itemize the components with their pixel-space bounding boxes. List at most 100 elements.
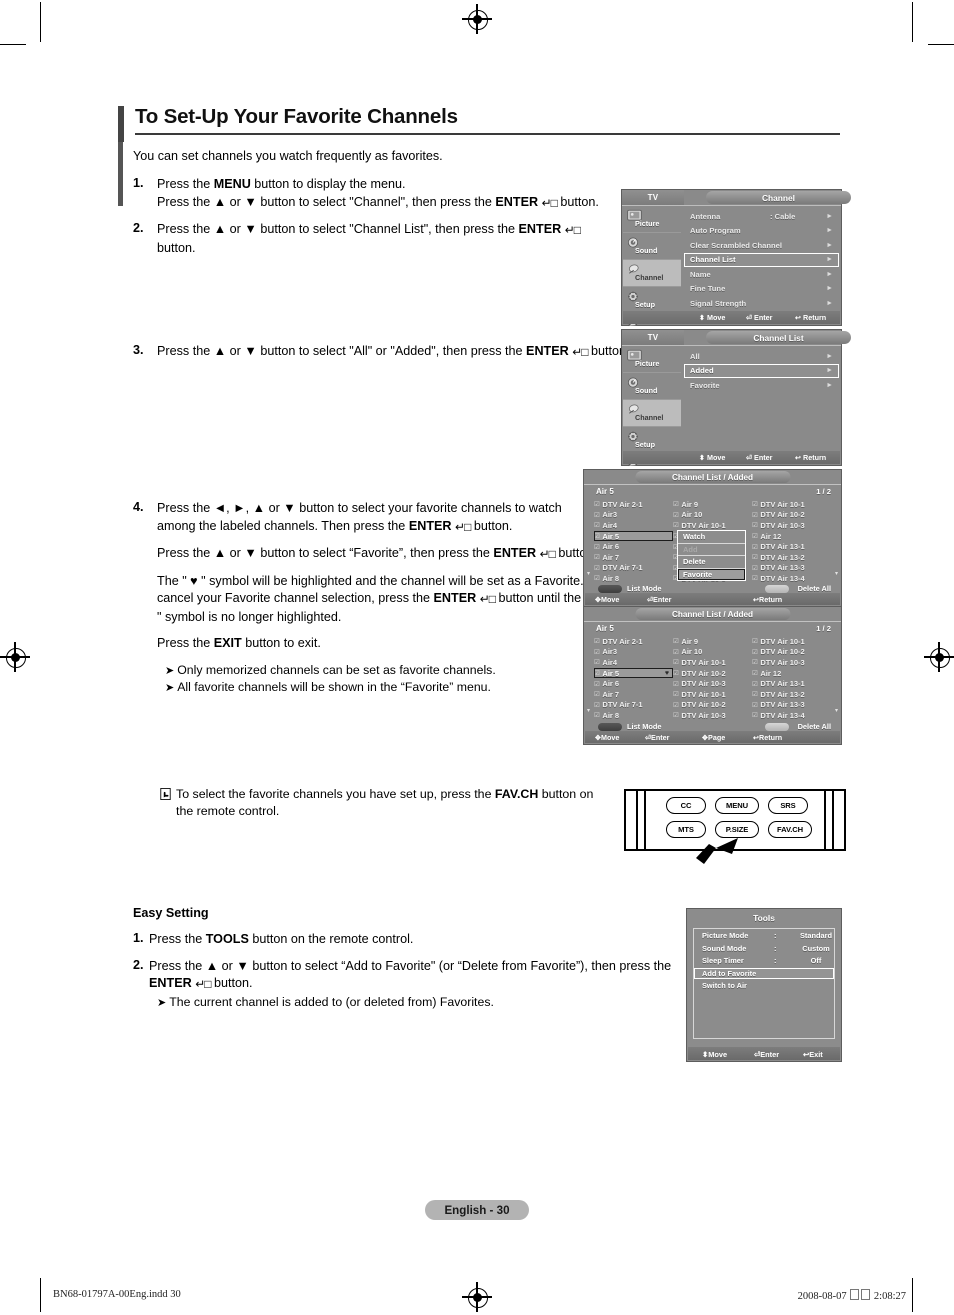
channel-cell[interactable]: ☑ Air3 (594, 510, 673, 521)
channel-cell[interactable]: ☑DTV Air 10-3 (752, 657, 831, 668)
srs-button[interactable]: SRS (768, 797, 808, 814)
channel-cell[interactable]: ☑ Air 6 (594, 541, 673, 552)
channel-cell[interactable]: ☑ Air 12 (752, 668, 831, 679)
scroll-up-indicator[interactable]: ▾ (587, 570, 590, 577)
menu-row-favorite[interactable]: Favorite ► (684, 378, 839, 393)
tools-row-picture-mode[interactable]: Picture Mode : Standard (694, 930, 834, 942)
sidebar-item-channel[interactable]: Channel (623, 400, 681, 427)
menu-row-channel-list[interactable]: Channel List ► (684, 252, 839, 267)
easy-step-2-post: button. (210, 976, 253, 990)
menu-row-signal-strength-label: Signal Strength (690, 298, 747, 308)
sidebar-item-setup[interactable]: Setup (623, 427, 681, 454)
list-mode-button[interactable]: List Mode (627, 584, 662, 593)
context-menu-item-delete[interactable]: Delete (678, 556, 745, 569)
channel-cell[interactable]: ☑ Air 12 (752, 531, 831, 542)
menu-row-antenna[interactable]: Antenna : Cable ► (684, 209, 839, 224)
menu-row-all[interactable]: All ► (684, 349, 839, 364)
sidebar-label-setup: Setup (635, 440, 655, 449)
channel-cell[interactable]: ☑ DTV Air 13-3 (752, 700, 831, 711)
channel-cell[interactable]: ☑DTV Air 10-2 (752, 647, 831, 658)
favch-keyword: FAV.CH (494, 787, 539, 801)
channel-cell[interactable]: ☑DTV Air 10-1 (673, 657, 752, 668)
channel-cell[interactable]: ☑ Air4 (594, 657, 673, 668)
menu-row-name[interactable]: Name ► (684, 267, 839, 282)
sidebar-item-picture[interactable]: Picture (623, 346, 681, 373)
tools-row-add-to-favorite[interactable]: Add to Favorite (694, 967, 834, 979)
channel-cell[interactable]: ☑ Air 8 (594, 710, 673, 721)
channel-cell[interactable]: ☑ Air 6 (594, 678, 673, 689)
check-icon: ☑ (751, 691, 758, 699)
channel-cell[interactable]: ☑ DTV Air 13-4 (752, 573, 831, 584)
channel-cell[interactable]: ☑DTV Air 10-2 (673, 668, 752, 679)
menu-row-clear-scrambled[interactable]: Clear Scrambled Channel ► (684, 238, 839, 253)
channel-cell[interactable]: ☑ Air 9 (673, 636, 752, 647)
channel-cell[interactable]: ☑DTV Air 10-1 (752, 636, 831, 647)
step-1-line2-pre: Press the ▲ or ▼ button to select "Chann… (157, 194, 496, 209)
tools-row-sound-mode[interactable]: Sound Mode : Custom (694, 943, 834, 955)
tools-row-switch-to-air[interactable]: Switch to Air (694, 980, 834, 992)
channel-cell[interactable]: ☑ DTV Air 13-3 (752, 563, 831, 574)
channel-cell[interactable]: ☑ DTV Air 13-1 (752, 678, 831, 689)
sidebar-item-setup[interactable]: Setup (623, 287, 681, 314)
channel-cell-selected[interactable]: ☑ Air 5 (594, 530, 673, 542)
channel-cell[interactable]: ☑ Air 9 (673, 499, 752, 510)
tools-row-sleep-timer[interactable]: Sleep Timer : Off (694, 955, 834, 967)
menu-row-fine-tune[interactable]: Fine Tune ► (684, 282, 839, 297)
channel-name: DTV Air 10-1 (760, 636, 805, 646)
channel-cell[interactable]: ☑ DTV Air 13-1 (752, 541, 831, 552)
channel-cell[interactable]: ☑DTV Air 10-1 (673, 689, 752, 700)
channel-cell-selected[interactable]: ☑ Air 5 ♥ (594, 667, 673, 679)
scroll-down-indicator[interactable]: ▾ (835, 707, 838, 714)
footer-return-label: Return (803, 313, 827, 322)
channel-cell[interactable]: ☑DTV Air 10-1 (752, 499, 831, 510)
scroll-up-indicator[interactable]: ▾ (587, 707, 590, 714)
menu-row-auto-program[interactable]: Auto Program ► (684, 224, 839, 239)
channel-cell[interactable]: ☑DTV Air 10-3 (752, 520, 831, 531)
channel-cell[interactable]: ☑ DTV Air 13-2 (752, 689, 831, 700)
channel-cell[interactable]: ☑ DTV Air 2-1 (594, 636, 673, 647)
menu-row-added[interactable]: Added ► (684, 363, 839, 378)
print-date-info: 2008-08-07 2:08:27 (798, 1289, 906, 1302)
channel-cell[interactable]: ☑DTV Air 10-2 (752, 510, 831, 521)
exit-keyword: EXIT (213, 636, 242, 650)
channel-cell[interactable]: ☑DTV Air 10-2 (673, 700, 752, 711)
channel-cell[interactable]: ☑ Air3 (594, 647, 673, 658)
channel-cell[interactable]: ☑ Air4 (594, 520, 673, 531)
menu-row-signal-strength[interactable]: Signal Strength ► (684, 296, 839, 311)
channel-name: Air 7 (602, 552, 620, 562)
channel-cell[interactable]: ☑ DTV Air 13-4 (752, 710, 831, 721)
tools-sleep-timer-label: Sleep Timer (702, 956, 744, 966)
context-menu-item-watch[interactable]: Watch (678, 531, 745, 544)
channel-name: Air 9 (681, 499, 699, 509)
check-icon: ☑ (594, 533, 600, 541)
context-menu-item-add[interactable]: Add (678, 544, 745, 556)
channel-cell[interactable]: ☑ Air 10 (673, 510, 752, 521)
channel-cell[interactable]: ☑ Air 10 (673, 647, 752, 658)
sidebar-item-sound[interactable]: Sound (623, 373, 681, 400)
channel-cell[interactable]: ☑ DTV Air 13-2 (752, 552, 831, 563)
section-title-block: To Set-Up Your Favorite Channels (118, 104, 840, 142)
channel-cell[interactable]: ☑ Air 8 (594, 573, 673, 584)
menu-button[interactable]: MENU (715, 797, 759, 814)
list-mode-button[interactable]: List Mode (627, 722, 662, 731)
delete-all-button[interactable]: Delete All (798, 722, 831, 731)
sidebar-item-sound[interactable]: Sound (623, 233, 681, 260)
channel-cell[interactable]: ☑DTV Air 10-3 (673, 710, 752, 721)
channel-cell[interactable]: ☑ DTV Air 7-1 (594, 700, 673, 711)
channel-name: DTV Air 10-2 (760, 510, 805, 520)
channel-cell[interactable]: ☑ DTV Air 2-1 (594, 499, 673, 510)
context-menu-item-favorite[interactable]: Favorite (678, 568, 745, 580)
channel-cell[interactable]: ☑ DTV Air 7-1 (594, 563, 673, 574)
favch-button[interactable]: FAV.CH (768, 821, 812, 838)
registration-mark-bottom (462, 1282, 492, 1312)
enter-keyword: ENTER (495, 194, 539, 209)
channel-cell[interactable]: ☑DTV Air 10-3 (673, 678, 752, 689)
channel-cell[interactable]: ☑ Air 7 (594, 552, 673, 563)
cc-button[interactable]: CC (666, 797, 706, 814)
delete-all-button[interactable]: Delete All (798, 584, 831, 593)
sidebar-item-picture[interactable]: Picture (623, 206, 681, 233)
osd-channel-list-menu: TV Channel List Picture Sound Channel Se… (621, 329, 851, 481)
sidebar-item-channel[interactable]: Channel (623, 260, 681, 287)
channel-cell[interactable]: ☑ Air 7 (594, 689, 673, 700)
scroll-down-indicator[interactable]: ▾ (835, 570, 838, 577)
